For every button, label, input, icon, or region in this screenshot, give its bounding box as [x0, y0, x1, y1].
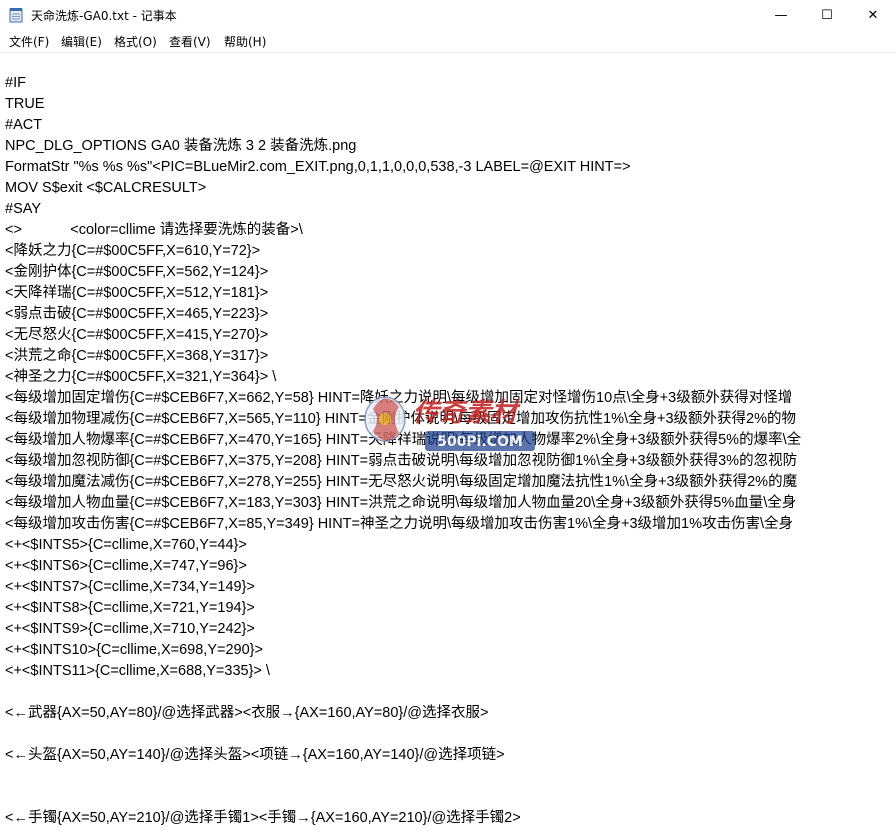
- text-line: FormatStr "%s %s %s"<PIC=BLueMir2.com_EX…: [5, 159, 631, 175]
- text-line: <每级增加攻击伤害{C=#$CEB6F7,X=85,Y=349} HINT=神圣…: [5, 516, 794, 532]
- text-line: TRUE: [5, 96, 45, 112]
- text-line: <+<$INTS5>{C=cllime,X=760,Y=44}>: [5, 537, 247, 553]
- text-line: <无尽怒火{C=#$00C5FF,X=415,Y=270}>: [5, 327, 269, 343]
- text-line: <←头盔{AX=50,AY=140}/@选择头盔><项链→{AX=160,AY=…: [5, 747, 505, 763]
- text-line: <神圣之力{C=#$00C5FF,X=321,Y=364}> \: [5, 369, 277, 385]
- text-line: <←手镯{AX=50,AY=210}/@选择手镯1><手镯→{AX=160,AY…: [5, 810, 521, 826]
- text-line: <←武器{AX=50,AY=80}/@选择武器><衣服→{AX=160,AY=8…: [5, 705, 489, 721]
- text-line: #SAY: [5, 201, 42, 217]
- text-line: <降妖之力{C=#$00C5FF,X=610,Y=72}>: [5, 243, 261, 259]
- text-line: <每级增加忽视防御{C=#$CEB6F7,X=375,Y=208} HINT=弱…: [5, 453, 798, 469]
- close-icon: ✕: [867, 7, 879, 23]
- text-line: <每级增加魔法减伤{C=#$CEB6F7,X=278,Y=255} HINT=无…: [5, 474, 798, 490]
- menu-file[interactable]: 文件(F): [9, 33, 49, 50]
- text-line: <洪荒之命{C=#$00C5FF,X=368,Y=317}>: [5, 348, 269, 364]
- menu-view[interactable]: 查看(V): [169, 33, 211, 50]
- maximize-icon: ☐: [821, 7, 833, 23]
- text-line: <+<$INTS6>{C=cllime,X=747,Y=96}>: [5, 558, 247, 574]
- text-line: <每级增加人物血量{C=#$CEB6F7,X=183,Y=303} HINT=洪…: [5, 495, 797, 511]
- title-bar[interactable]: 天命洗炼-GA0.txt - 记事本 — ☐ ✕: [0, 0, 896, 30]
- maximize-button[interactable]: ☐: [804, 0, 850, 30]
- text-line: #IF: [5, 75, 26, 91]
- menu-bar: 文件(F) 编辑(E) 格式(O) 查看(V) 帮助(H): [0, 30, 896, 52]
- text-line: #ACT: [5, 117, 43, 133]
- minimize-button[interactable]: —: [758, 0, 804, 30]
- minimize-icon: —: [774, 7, 788, 23]
- menu-format[interactable]: 格式(O): [114, 33, 157, 50]
- menu-edit[interactable]: 编辑(E): [61, 33, 102, 50]
- text-line: <弱点击破{C=#$00C5FF,X=465,Y=223}>: [5, 306, 269, 322]
- text-line: <+<$INTS10>{C=cllime,X=698,Y=290}>: [5, 642, 263, 658]
- window-title: 天命洗炼-GA0.txt - 记事本: [31, 9, 177, 23]
- text-line: NPC_DLG_OPTIONS GA0 装备洗炼 3 2 装备洗炼.png: [5, 138, 357, 154]
- text-line: <+<$INTS9>{C=cllime,X=710,Y=242}>: [5, 621, 255, 637]
- text-editor[interactable]: #IF TRUE #ACT NPC_DLG_OPTIONS GA0 装备洗炼 3…: [0, 52, 896, 840]
- text-line: <> <color=cllime 请选择要洗炼的装备>\: [5, 222, 303, 238]
- text-line: <每级增加人物爆率{C=#$CEB6F7,X=470,Y=165} HINT=天…: [5, 432, 802, 448]
- menu-help[interactable]: 帮助(H): [224, 33, 266, 50]
- text-line: <+<$INTS7>{C=cllime,X=734,Y=149}>: [5, 579, 255, 595]
- text-line: <+<$INTS8>{C=cllime,X=721,Y=194}>: [5, 600, 255, 616]
- text-line: MOV S$exit <$CALCRESULT>: [5, 180, 207, 196]
- text-line: <每级增加固定增伤{C=#$CEB6F7,X=662,Y=58} HINT=降妖…: [5, 390, 793, 406]
- text-line: <天降祥瑞{C=#$00C5FF,X=512,Y=181}>: [5, 285, 269, 301]
- text-line: <金刚护体{C=#$00C5FF,X=562,Y=124}>: [5, 264, 269, 280]
- text-line: <+<$INTS11>{C=cllime,X=688,Y=335}> \: [5, 663, 270, 679]
- text-line: <每级增加物理减伤{C=#$CEB6F7,X=565,Y=110} HINT=金…: [5, 411, 796, 427]
- notepad-icon: [9, 8, 23, 23]
- close-button[interactable]: ✕: [850, 0, 896, 30]
